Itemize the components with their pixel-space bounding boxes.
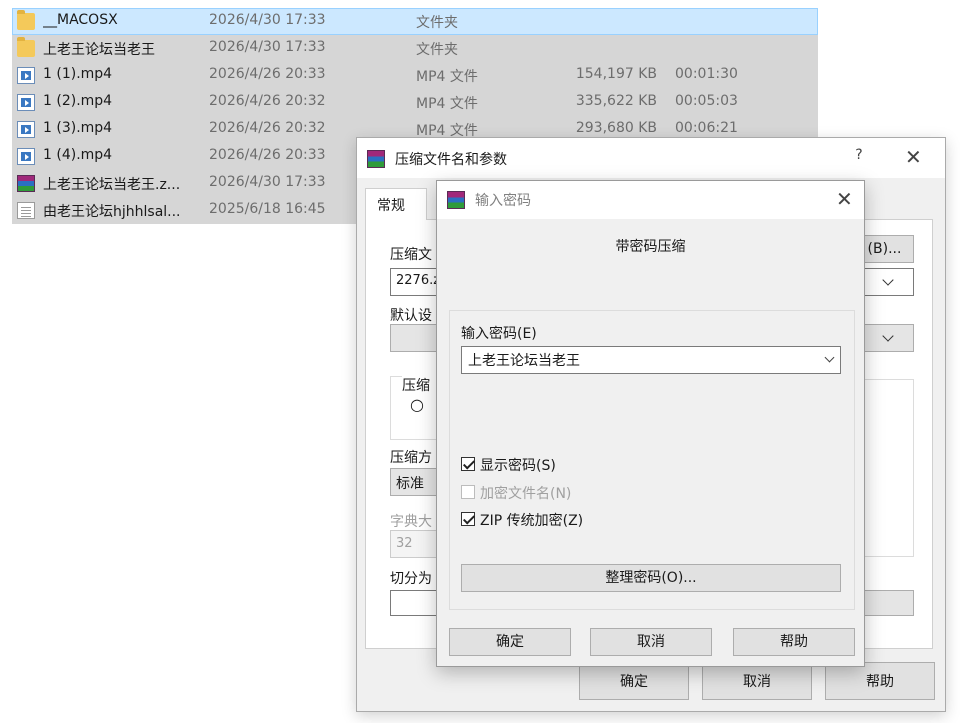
chevron-down-icon xyxy=(882,330,894,342)
split-volume-dropdown[interactable] xyxy=(862,590,914,616)
password-value: 上老王论坛当老王 xyxy=(468,353,580,369)
close-icon[interactable]: ✕ xyxy=(836,187,853,211)
file-row-text[interactable]: 由老王论坛hjhhlsal... 2025/6/18 16:45 xyxy=(12,197,357,224)
file-name: 1 (3).mp4 xyxy=(43,120,113,136)
password-dialog-title: 输入密码 xyxy=(475,193,531,209)
mp4-file-icon xyxy=(17,94,35,111)
file-name: 上老王论坛当老王 xyxy=(43,42,155,58)
zip-legacy-encryption-checkbox[interactable] xyxy=(461,512,475,526)
archive-ok-button[interactable]: 确定 xyxy=(579,662,689,700)
file-type: 文件夹 xyxy=(416,15,458,31)
profile-dropdown[interactable] xyxy=(862,324,914,352)
help-icon[interactable]: ? xyxy=(851,147,867,163)
file-type: 文件夹 xyxy=(416,42,458,58)
password-cancel-button[interactable]: 取消 xyxy=(590,628,712,656)
mp4-file-icon xyxy=(17,148,35,165)
chevron-down-icon xyxy=(882,274,894,286)
archive-help-button[interactable]: 帮助 xyxy=(825,662,935,700)
file-date: 2026/4/26 20:33 xyxy=(209,66,326,82)
winrar-icon xyxy=(447,191,465,209)
file-row-mp4-1[interactable]: 1 (1).mp4 2026/4/26 20:33 MP4 文件 154,197… xyxy=(12,62,818,89)
chevron-down-icon[interactable] xyxy=(824,352,835,363)
file-duration: 00:05:03 xyxy=(675,93,738,109)
file-date: 2026/4/30 17:33 xyxy=(209,12,326,28)
password-dialog-heading: 带密码压缩 xyxy=(615,239,686,255)
winrar-icon xyxy=(367,150,385,168)
archive-name-dropdown[interactable] xyxy=(862,268,914,296)
file-row-folder[interactable]: 上老王论坛当老王 2026/4/30 17:33 文件夹 xyxy=(12,35,818,62)
file-row-macosx[interactable]: __MACOSX 2026/4/30 17:33 文件夹 xyxy=(12,8,818,35)
archive-name-value: 2276.z xyxy=(396,273,441,288)
file-name: 上老王论坛当老王.z... xyxy=(43,177,181,193)
zip-legacy-encryption-label: ZIP 传统加密(Z) xyxy=(480,513,584,529)
folder-icon xyxy=(17,37,35,57)
mp4-file-icon xyxy=(17,67,35,84)
file-name: __MACOSX xyxy=(43,12,118,28)
archive-cancel-button[interactable]: 取消 xyxy=(702,662,812,700)
file-name: 由老王论坛hjhhlsal... xyxy=(43,204,181,220)
file-date: 2026/4/26 20:33 xyxy=(209,147,326,163)
file-duration: 00:01:30 xyxy=(675,66,738,82)
file-size: 335,622 KB xyxy=(575,93,657,109)
password-dialog-titlebar[interactable]: 输入密码 ✕ xyxy=(437,181,864,219)
file-row-archive[interactable]: 上老王论坛当老王.z... 2026/4/30 17:33 xyxy=(12,170,357,197)
file-row-mp4-4[interactable]: 1 (4).mp4 2026/4/26 20:33 xyxy=(12,143,357,170)
file-duration: 00:06:21 xyxy=(675,120,738,136)
password-input[interactable]: 上老王论坛当老王 xyxy=(461,346,841,374)
file-date: 2026/4/30 17:33 xyxy=(209,174,326,190)
file-type: MP4 文件 xyxy=(416,69,478,85)
winrar-archive-icon xyxy=(17,175,35,192)
close-icon[interactable]: ✕ xyxy=(905,145,922,169)
file-date: 2026/4/30 17:33 xyxy=(209,39,326,55)
show-password-label: 显示密码(S) xyxy=(480,458,556,474)
folder-icon xyxy=(17,10,35,30)
archive-dialog-titlebar[interactable]: 压缩文件名和参数 ? ✕ xyxy=(357,138,945,178)
archive-dialog-title: 压缩文件名和参数 xyxy=(395,152,507,168)
password-help-button[interactable]: 帮助 xyxy=(733,628,855,656)
password-label: 输入密码(E) xyxy=(461,326,537,342)
enter-password-dialog: 输入密码 ✕ 带密码压缩 输入密码(E) 上老王论坛当老王 显示密码(S) 加密… xyxy=(436,180,865,667)
file-date: 2026/4/26 20:32 xyxy=(209,93,326,109)
file-size: 154,197 KB xyxy=(575,66,657,82)
file-row-mp4-2[interactable]: 1 (2).mp4 2026/4/26 20:32 MP4 文件 335,622… xyxy=(12,89,818,116)
radio-button[interactable]: ○ xyxy=(410,395,424,414)
encrypt-filenames-label: 加密文件名(N) xyxy=(480,486,572,502)
file-date: 2026/4/26 20:32 xyxy=(209,120,326,136)
encrypt-filenames-checkbox[interactable] xyxy=(461,485,475,499)
file-type: MP4 文件 xyxy=(416,96,478,112)
show-password-checkbox[interactable] xyxy=(461,457,475,471)
file-name: 1 (1).mp4 xyxy=(43,66,113,82)
mp4-file-icon xyxy=(17,121,35,138)
dictionary-size-value: 32 xyxy=(396,536,413,551)
tab-general[interactable]: 常规 xyxy=(365,188,427,220)
compression-method-value: 标准 xyxy=(396,476,424,492)
file-name: 1 (4).mp4 xyxy=(43,147,113,163)
file-date: 2025/6/18 16:45 xyxy=(209,201,326,217)
file-name: 1 (2).mp4 xyxy=(43,93,113,109)
text-file-icon xyxy=(17,202,35,219)
file-size: 293,680 KB xyxy=(575,120,657,136)
organize-passwords-button[interactable]: 整理密码(O)... xyxy=(461,564,841,592)
options-group xyxy=(862,379,914,557)
password-ok-button[interactable]: 确定 xyxy=(449,628,571,656)
